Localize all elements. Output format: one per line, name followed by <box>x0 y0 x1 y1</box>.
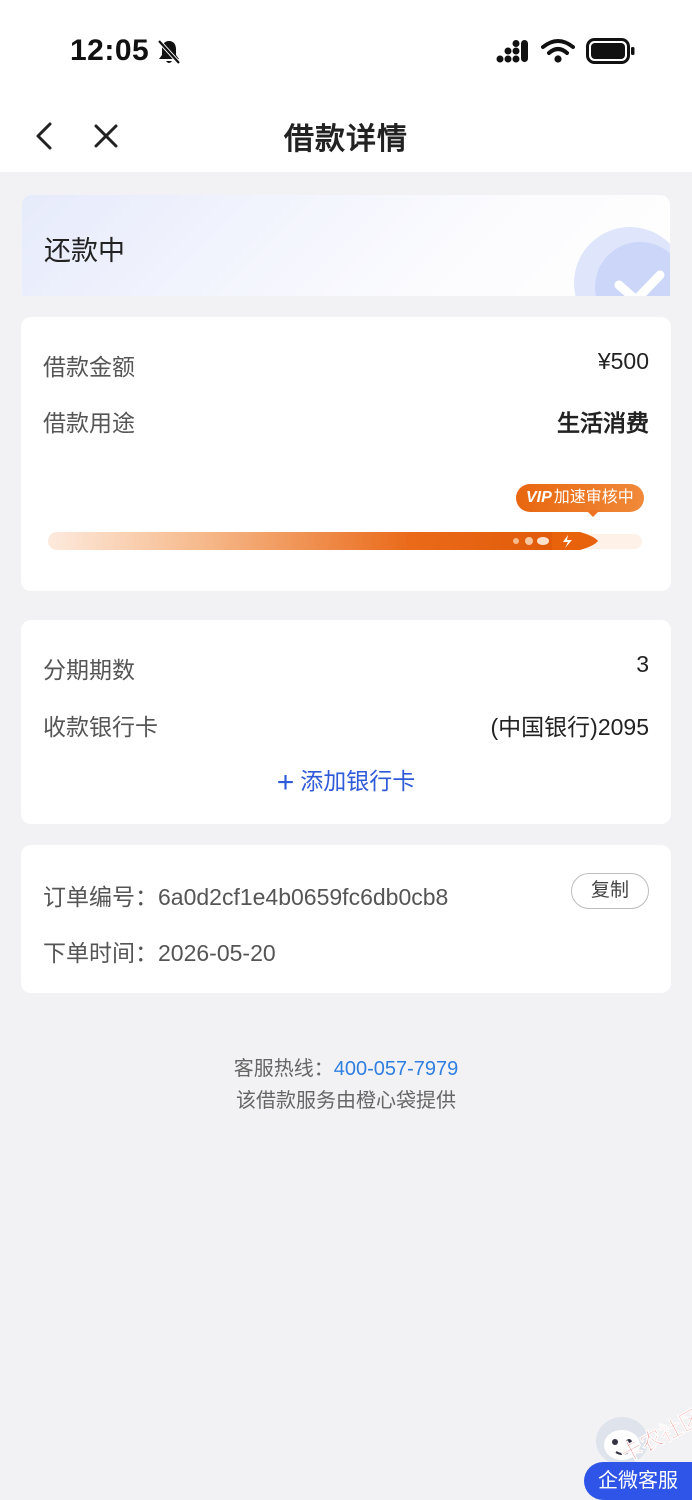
status-time: 12:05 <box>70 34 150 67</box>
loan-amount-row: 借款金额 ¥500 <box>43 342 649 382</box>
vip-label: VIP <box>526 489 552 506</box>
hotline-number-link[interactable]: 400-057-7979 <box>334 1058 459 1080</box>
status-bar: 12:05 <box>0 0 692 100</box>
review-progress: VIP 加速审核中 <box>46 482 646 562</box>
hotline-line: 客服热线：400-057-7979 <box>0 1052 692 1081</box>
wecom-customer-service-button[interactable]: 企微客服 <box>584 1462 692 1500</box>
loan-purpose-row: 借款用途 生活消费 <box>43 398 649 438</box>
bank-card-value: (中国银行)2095 <box>490 714 649 740</box>
installments-label: 分期期数 <box>43 657 135 683</box>
signal-icon <box>496 40 528 63</box>
installments-row: 分期期数 3 <box>43 645 649 685</box>
installments-value: 3 <box>636 651 649 677</box>
provider-text: 该借款服务由橙心袋提供 <box>236 1090 456 1112</box>
loan-purpose-value: 生活消费 <box>557 410 649 436</box>
order-time-row: 下单时间：2026-05-20 <box>43 928 649 968</box>
bell-muted-icon <box>157 39 181 65</box>
nav-bar: 借款详情 <box>0 100 692 172</box>
loan-status-text: 还款中 <box>44 236 125 266</box>
vip-review-text: 加速审核中 <box>553 489 634 506</box>
loan-status-card: 还款中 <box>22 195 670 296</box>
order-info-card: 订单编号：6a0d2cf1e4b0659fc6db0cb8 复制 下单时间：20… <box>21 845 671 993</box>
hotline-label: 客服热线： <box>233 1058 334 1080</box>
page-title: 借款详情 <box>284 123 408 156</box>
order-number-row: 订单编号：6a0d2cf1e4b0659fc6db0cb8 <box>43 872 551 912</box>
order-number-value: 6a0d2cf1e4b0659fc6db0cb8 <box>158 884 449 910</box>
loan-purpose-label: 借款用途 <box>43 410 135 436</box>
copy-button[interactable]: 复制 <box>571 873 649 909</box>
check-badge-icon <box>574 227 670 296</box>
bank-card-row: 收款银行卡 (中国银行)2095 <box>43 702 649 742</box>
add-bank-card-button[interactable]: + 添加银行卡 <box>21 762 671 800</box>
installment-bank-card: 分期期数 3 收款银行卡 (中国银行)2095 + 添加银行卡 <box>21 620 671 824</box>
rocket-icon <box>513 532 598 550</box>
vip-badge-pointer <box>586 510 600 517</box>
loan-info-card: 借款金额 ¥500 借款用途 生活消费 VIP 加速审核中 <box>21 317 671 591</box>
plus-icon: + <box>276 766 295 799</box>
order-time-value: 2026-05-20 <box>158 940 276 966</box>
loan-amount-label: 借款金额 <box>43 354 135 380</box>
order-number-label: 订单编号： <box>43 884 158 910</box>
battery-icon <box>586 38 635 64</box>
vip-review-badge: VIP 加速审核中 <box>516 484 644 512</box>
order-time-label: 下单时间： <box>43 940 158 966</box>
progress-fill <box>48 532 564 550</box>
bank-card-label: 收款银行卡 <box>43 714 158 740</box>
loan-amount-value: ¥500 <box>597 348 649 374</box>
add-bank-card-label: 添加银行卡 <box>300 768 416 794</box>
wifi-icon <box>541 39 575 63</box>
